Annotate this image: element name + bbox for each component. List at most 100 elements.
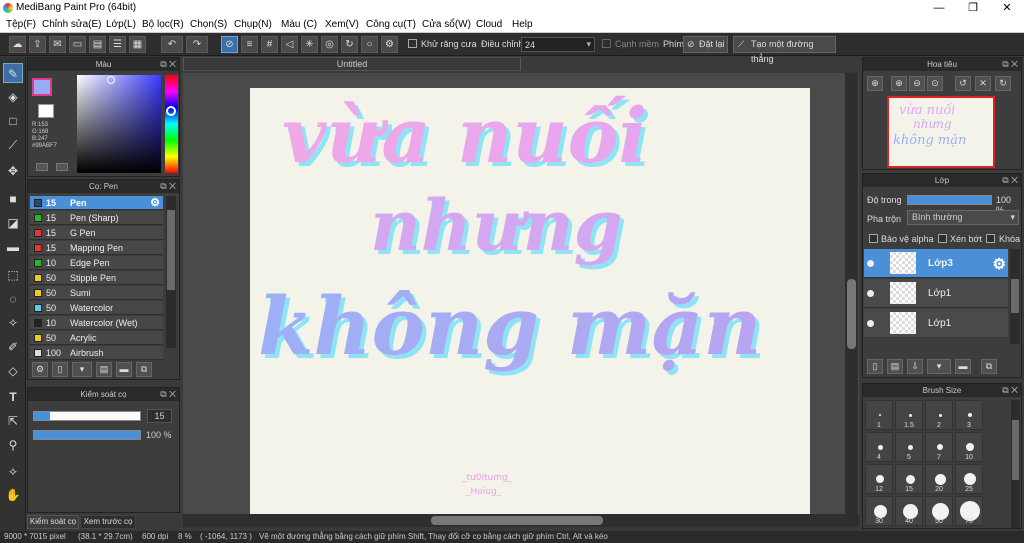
select-eraser-tool-icon[interactable]: ◇: [3, 361, 23, 381]
gradient-tool-icon[interactable]: ▬: [3, 237, 23, 257]
brush-size-cell[interactable]: 30: [865, 496, 893, 526]
brush-tool-icon[interactable]: ✎: [3, 63, 23, 83]
blend-mode-select[interactable]: Bình thường ▾: [907, 210, 1019, 225]
rotate-right-icon[interactable]: ↻: [995, 76, 1011, 91]
document-canvas[interactable]: vừa nuối vừa nuối nhưng nhưng không mặn …: [250, 88, 810, 514]
menu-cloud[interactable]: Cloud: [476, 19, 502, 30]
vertical-scroll-thumb[interactable]: [847, 279, 856, 349]
cloud-icon[interactable]: ☁: [9, 36, 26, 53]
brush-list-scrollbar[interactable]: [166, 196, 176, 348]
brush-file-icon[interactable]: ▤: [96, 362, 112, 377]
brush-gear-icon[interactable]: ⚙: [150, 196, 160, 210]
select-rect-tool-icon[interactable]: ⬚: [3, 265, 23, 285]
color-swap-button[interactable]: [56, 163, 68, 171]
layer-row[interactable]: Lớp3 ⚙: [864, 249, 1008, 278]
brush-item[interactable]: 50 Sumi: [30, 286, 163, 300]
select-pen-tool-icon[interactable]: ✐: [3, 337, 23, 357]
brush-size-cell[interactable]: 25: [955, 464, 983, 494]
brush-item[interactable]: 100 Airbrush: [30, 346, 163, 360]
snap-settings-icon[interactable]: ⚙: [381, 36, 398, 53]
menu-select[interactable]: Chọn(S): [190, 19, 227, 30]
minimize-button[interactable]: —: [922, 0, 956, 17]
saturation-value-picker[interactable]: [77, 75, 161, 173]
list-icon[interactable]: ☰: [109, 36, 126, 53]
layer-opacity-slider[interactable]: [907, 195, 992, 205]
visibility-eye-icon[interactable]: [867, 290, 874, 297]
brush-size-cell[interactable]: 40: [895, 496, 923, 526]
menu-edit[interactable]: Chỉnh sửa(E): [42, 19, 102, 30]
snap-ring-icon[interactable]: ○: [361, 36, 378, 53]
snap-parallel-icon[interactable]: ≡: [241, 36, 258, 53]
brush-item[interactable]: 50 Acrylic: [30, 331, 163, 345]
snap-radial-icon[interactable]: ✳: [301, 36, 318, 53]
merge-layer-icon[interactable]: ⇩: [907, 359, 923, 374]
brush-size-cell[interactable]: 4: [865, 432, 893, 462]
menu-window[interactable]: Cửa sổ(W): [422, 19, 471, 30]
duplicate-icon[interactable]: ⧉: [136, 362, 152, 377]
brush-item[interactable]: 15 Pen (Sharp): [30, 211, 163, 225]
brush-size-cell[interactable]: 15: [895, 464, 923, 494]
brush-size-cell[interactable]: 2: [925, 400, 953, 430]
menu-filter[interactable]: Bộ lọc(R): [142, 19, 184, 30]
folder-icon[interactable]: ▬: [116, 362, 132, 377]
chat-icon[interactable]: ▭: [69, 36, 86, 53]
maximize-button[interactable]: ❐: [956, 0, 990, 17]
lock-checkbox[interactable]: [986, 234, 995, 243]
reset-button[interactable]: ⊘ Đặt lại: [683, 36, 728, 53]
antialias-checkbox[interactable]: [408, 39, 417, 48]
snap-vanish-icon[interactable]: ◁: [281, 36, 298, 53]
clip-checkbox[interactable]: [938, 234, 947, 243]
redo-icon[interactable]: ↷: [186, 36, 208, 53]
navigator-preview[interactable]: vừa nuối nhưng không mặn: [887, 96, 995, 168]
hue-slider[interactable]: [165, 75, 178, 173]
brush-size-cell[interactable]: 7: [925, 432, 953, 462]
brush-item[interactable]: 15 G Pen: [30, 226, 163, 240]
new-brush-icon[interactable]: ▯: [52, 362, 68, 377]
upload-icon[interactable]: ⇪: [29, 36, 46, 53]
new-layer-icon[interactable]: ▯: [867, 359, 883, 374]
flip-icon[interactable]: ✕: [975, 76, 991, 91]
layer-add-menu-icon[interactable]: ▾: [927, 359, 951, 374]
brush-settings-icon[interactable]: ⚙: [32, 362, 48, 377]
sv-picker-handle[interactable]: [107, 76, 115, 84]
brush-opacity-slider[interactable]: [33, 430, 141, 440]
dropper-tool-icon[interactable]: ⟡: [3, 461, 23, 481]
horizontal-scrollbar[interactable]: [183, 514, 859, 527]
eyedropper-tool-icon[interactable]: ⚲: [3, 435, 23, 455]
zoom-actual-icon[interactable]: ⊙: [927, 76, 943, 91]
bucket-tool-icon[interactable]: ◪: [3, 213, 23, 233]
brush-size-cell[interactable]: 10: [955, 432, 983, 462]
menu-layer[interactable]: Lớp(L): [106, 19, 136, 30]
hand-tool-icon[interactable]: ✋: [3, 485, 23, 505]
brush-size-cell[interactable]: 1.5: [895, 400, 923, 430]
layer-row[interactable]: Lớp1: [864, 309, 1008, 338]
snap-cross-icon[interactable]: #: [261, 36, 278, 53]
menu-file[interactable]: Tệp(F): [6, 19, 36, 30]
brush-item[interactable]: 50 Watercolor: [30, 301, 163, 315]
panel-close-icon[interactable]: ⧉ ✕: [160, 58, 176, 71]
menu-help[interactable]: Help: [512, 19, 533, 30]
add-brush-icon[interactable]: ▾: [72, 362, 92, 377]
magic-wand-tool-icon[interactable]: ✧: [3, 313, 23, 333]
line-tool-icon[interactable]: ⟋: [3, 135, 23, 155]
layer-row[interactable]: Lớp1: [864, 279, 1008, 308]
color-history-button[interactable]: [36, 163, 48, 171]
brush-item[interactable]: 15 Mapping Pen: [30, 241, 163, 255]
adjust-select[interactable]: 24 ▾: [521, 37, 595, 52]
visibility-eye-icon[interactable]: [867, 320, 874, 327]
layer-scroll-thumb[interactable]: [1011, 279, 1019, 313]
brush-size-cell[interactable]: 1: [865, 400, 893, 430]
straight-line-button[interactable]: ⟋ Tạo một đường thẳng: [733, 36, 836, 64]
comment-icon[interactable]: ✉: [49, 36, 66, 53]
grid-icon[interactable]: ▦: [129, 36, 146, 53]
brush-item[interactable]: 10 Edge Pen: [30, 256, 163, 270]
primary-color-swatch[interactable]: [32, 78, 52, 96]
close-button[interactable]: ✕: [990, 0, 1024, 17]
lasso-tool-icon[interactable]: ◌: [3, 289, 23, 309]
zoom-fit-icon[interactable]: ⊖: [909, 76, 925, 91]
menu-tools[interactable]: Công cụ(T): [366, 19, 416, 30]
brush-item[interactable]: 50 Stipple Pen: [30, 271, 163, 285]
brush-size-cell[interactable]: 20: [925, 464, 953, 494]
brush-size-cell[interactable]: 3: [955, 400, 983, 430]
layer-folder-icon[interactable]: ▬: [955, 359, 971, 374]
